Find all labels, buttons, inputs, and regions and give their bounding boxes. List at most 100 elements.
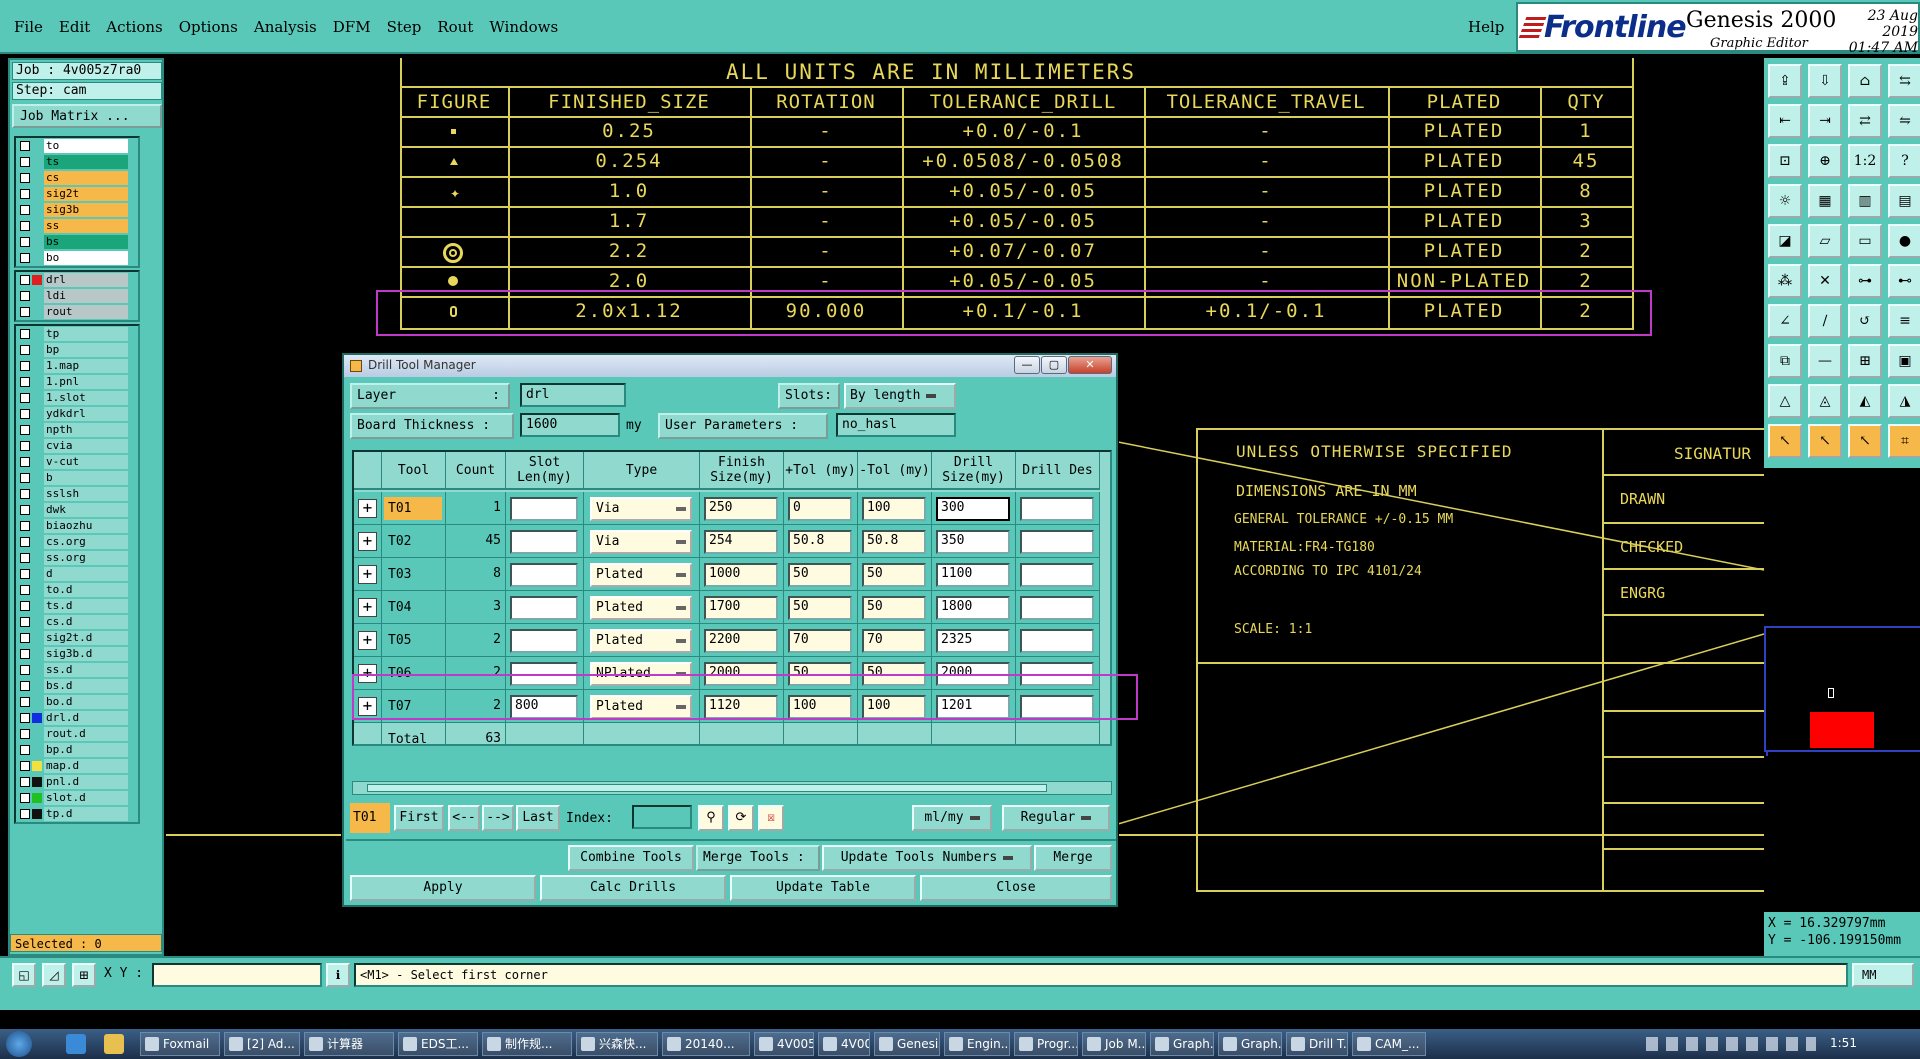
layer-checkbox[interactable] xyxy=(20,189,30,199)
prev-button[interactable]: <-- xyxy=(448,805,480,831)
layer-checkbox[interactable] xyxy=(20,537,30,547)
layer-row[interactable]: bs xyxy=(16,234,138,250)
update-tools-numbers-select[interactable]: Update Tools Numbers xyxy=(822,845,1032,871)
start-icon[interactable] xyxy=(6,1031,32,1057)
minus-tol-field[interactable]: 50 xyxy=(862,563,926,587)
layer-row[interactable]: bp.d xyxy=(16,742,138,758)
next-button[interactable]: --> xyxy=(482,805,514,831)
menu-windows[interactable]: Windows xyxy=(489,18,558,36)
toolbar-tool-icon[interactable]: 1:2 xyxy=(1848,144,1882,178)
layer-row[interactable]: ts xyxy=(16,154,138,170)
layer-checkbox[interactable] xyxy=(20,713,30,723)
tool-name[interactable]: T06 xyxy=(384,662,442,685)
toolbar-tool-icon[interactable]: ▥ xyxy=(1848,184,1882,218)
slot-length-field[interactable] xyxy=(510,563,578,587)
taskbar-task[interactable]: EDS工... xyxy=(398,1032,478,1056)
toolbar-tool-icon[interactable]: ⇄ xyxy=(1848,104,1882,138)
plus-tol-field[interactable]: 50 xyxy=(788,596,852,620)
layer-checkbox[interactable] xyxy=(20,141,30,151)
taskbar-task[interactable]: Graph... xyxy=(1150,1032,1214,1056)
toolbar-tool-icon[interactable]: ⇋ xyxy=(1888,104,1920,138)
taskbar-task[interactable]: CAM_... xyxy=(1352,1032,1426,1056)
drill-size-field[interactable]: 1800 xyxy=(936,596,1010,620)
type-select[interactable]: Plated xyxy=(590,629,692,653)
layer-checkbox[interactable] xyxy=(20,617,30,627)
type-select[interactable]: Via xyxy=(590,497,692,521)
ie-icon[interactable] xyxy=(66,1034,86,1054)
layer-checkbox[interactable] xyxy=(20,173,30,183)
layer-row[interactable]: ydkdrl xyxy=(16,406,138,422)
layer-row[interactable]: rout xyxy=(16,304,138,320)
maximize-icon[interactable]: ▢ xyxy=(1041,356,1067,374)
combine-tools-button[interactable]: Combine Tools xyxy=(568,845,694,871)
drill-size-field[interactable]: 350 xyxy=(936,530,1010,554)
layer-row[interactable]: map.d xyxy=(16,758,138,774)
type-select[interactable]: Plated xyxy=(590,596,692,620)
user-parameters-field[interactable]: no_hasl xyxy=(836,413,956,437)
toolbar-tool-icon[interactable]: ⊷ xyxy=(1888,264,1920,298)
layer-row[interactable]: sig3b xyxy=(16,202,138,218)
layer-row[interactable]: bo xyxy=(16,250,138,266)
toolbar-tool-icon[interactable]: ∕ xyxy=(1808,304,1842,338)
taskbar-task[interactable]: Genesis xyxy=(874,1032,940,1056)
toolbar-tool-icon[interactable]: ↺ xyxy=(1848,304,1882,338)
toolbar-tool-icon[interactable]: ▣ xyxy=(1888,344,1920,378)
toolbar-tool-icon[interactable]: — xyxy=(1808,344,1842,378)
taskbar-task[interactable]: Foxmail xyxy=(140,1032,220,1056)
plus-tol-field[interactable]: 50 xyxy=(788,563,852,587)
xy-input[interactable] xyxy=(152,963,322,987)
units-select[interactable]: ml/my xyxy=(912,805,992,831)
type-select[interactable]: NPlated xyxy=(590,662,692,686)
folder-icon[interactable] xyxy=(104,1034,124,1054)
layer-checkbox[interactable] xyxy=(20,361,30,371)
layer-checkbox[interactable] xyxy=(20,761,30,771)
tool-name[interactable]: T04 xyxy=(384,596,442,619)
merge-button[interactable]: Merge xyxy=(1034,845,1112,871)
slot-length-field[interactable] xyxy=(510,497,578,521)
layer-checkbox[interactable] xyxy=(20,793,30,803)
toolbar-tool-icon[interactable]: ▭ xyxy=(1848,224,1882,258)
layer-checkbox[interactable] xyxy=(20,473,30,483)
layer-checkbox[interactable] xyxy=(20,157,30,167)
slots-select[interactable]: By length xyxy=(844,383,956,409)
expand-icon[interactable]: + xyxy=(358,598,377,617)
finish-size-field[interactable]: 1000 xyxy=(704,563,778,587)
job-matrix-button[interactable]: Job Matrix ... xyxy=(12,104,162,128)
toolbar-tool-icon[interactable]: ⌂ xyxy=(1848,64,1882,98)
taskbar-task[interactable]: 4V005... xyxy=(754,1032,814,1056)
first-button[interactable]: First xyxy=(394,805,444,831)
layer-field[interactable]: drl xyxy=(520,383,626,407)
layer-checkbox[interactable] xyxy=(20,745,30,755)
toolbar-tool-icon[interactable]: ⌗ xyxy=(1888,424,1920,458)
layer-checkbox[interactable] xyxy=(20,237,30,247)
toolbar-tool-icon[interactable]: ⁂ xyxy=(1768,264,1802,298)
slot-length-field[interactable] xyxy=(510,596,578,620)
menu-actions[interactable]: Actions xyxy=(106,18,162,36)
board-thickness-field[interactable]: 1600 xyxy=(520,413,620,437)
layer-checkbox[interactable] xyxy=(20,489,30,499)
layer-checkbox[interactable] xyxy=(20,221,30,231)
calc-drills-button[interactable]: Calc Drills xyxy=(540,875,726,901)
mode-select[interactable]: Regular xyxy=(1002,805,1110,831)
info-icon[interactable]: ℹ xyxy=(326,963,350,987)
drill-des-field[interactable] xyxy=(1020,563,1094,587)
minus-tol-field[interactable]: 100 xyxy=(862,695,926,719)
menu-help[interactable]: Help xyxy=(1468,18,1504,36)
finish-size-field[interactable]: 2000 xyxy=(704,662,778,686)
layer-row[interactable]: cs.org xyxy=(16,534,138,550)
toolbar-tool-icon[interactable]: ⇪ xyxy=(1768,64,1802,98)
layer-row[interactable]: 1.pnl xyxy=(16,374,138,390)
finish-size-field[interactable]: 2200 xyxy=(704,629,778,653)
layer-checkbox[interactable] xyxy=(20,569,30,579)
taskbar-task[interactable]: 制作规... xyxy=(482,1032,572,1056)
taskbar-task[interactable]: Job M... xyxy=(1082,1032,1146,1056)
expand-icon[interactable]: + xyxy=(358,532,377,551)
layer-checkbox[interactable] xyxy=(20,553,30,563)
toolbar-tool-icon[interactable]: ⧉ xyxy=(1768,344,1802,378)
table-hscroll[interactable] xyxy=(352,781,1112,795)
drill-des-field[interactable] xyxy=(1020,695,1094,719)
drill-size-field[interactable]: 2325 xyxy=(936,629,1010,653)
layer-checkbox[interactable] xyxy=(20,275,30,285)
drill-des-field[interactable] xyxy=(1020,497,1094,521)
taskbar-task[interactable]: Graph... xyxy=(1218,1032,1282,1056)
